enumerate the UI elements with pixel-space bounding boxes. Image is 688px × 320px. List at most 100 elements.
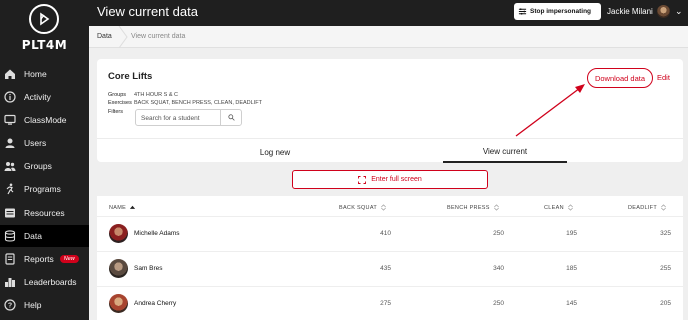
database-icon <box>4 230 16 242</box>
tab-log-new[interactable]: Log new <box>157 141 393 163</box>
student-name[interactable]: Michelle Adams <box>134 230 180 237</box>
back-squat-value: 275 <box>380 300 391 307</box>
data-table: NAME BACK SQUAT BENCH PRESS CLEAN DEADLI… <box>97 196 683 320</box>
leaderboard-icon <box>4 276 16 288</box>
deadlift-value: 255 <box>660 265 671 272</box>
sidebar-item-label: Leaderboards <box>24 277 77 287</box>
exercises-value: BACK SQUAT, BENCH PRESS, CLEAN, DEADLIFT <box>134 100 262 106</box>
fullscreen-icon <box>358 175 367 184</box>
table-row[interactable]: Michelle Adams 410 250 195 325 <box>97 216 683 251</box>
bench-press-value: 340 <box>493 265 504 272</box>
column-label: BACK SQUAT <box>339 204 378 211</box>
monitor-icon <box>4 114 16 126</box>
new-badge: New <box>59 255 79 263</box>
sidebar-item-data[interactable]: Data <box>0 225 89 247</box>
info-icon <box>4 91 16 103</box>
sidebar-item-groups[interactable]: Groups <box>0 155 89 177</box>
search-input[interactable] <box>141 113 221 123</box>
groups-icon <box>4 160 16 172</box>
fullscreen-label: Enter full screen <box>371 176 422 183</box>
clean-value: 185 <box>566 265 577 272</box>
user-name[interactable]: Jackie Milani <box>607 7 653 16</box>
table-row[interactable]: Sam Bres 435 340 185 255 <box>97 251 683 286</box>
report-icon <box>4 253 16 265</box>
plt4m-logo-icon[interactable] <box>29 4 59 34</box>
divider <box>97 138 683 139</box>
sidebar-item-leaderboards[interactable]: Leaderboards <box>0 271 89 293</box>
sidebar-item-label: Users <box>24 138 47 148</box>
sort-ascending-icon <box>129 205 136 209</box>
sidebar-item-users[interactable]: Users <box>0 132 89 154</box>
download-data-link[interactable]: Download data <box>587 68 653 88</box>
stop-impersonating-label: Stop impersonating <box>530 8 592 15</box>
sliders-icon <box>518 8 527 15</box>
search-button[interactable] <box>220 110 241 125</box>
column-label: NAME <box>109 204 127 211</box>
breadcrumb-data[interactable]: Data <box>97 33 112 40</box>
column-header-deadlift[interactable]: DEADLIFT <box>628 204 667 211</box>
sidebar-item-label: Activity <box>24 92 51 102</box>
column-header-back-squat[interactable]: BACK SQUAT <box>339 204 387 211</box>
svg-text:?: ? <box>8 303 12 310</box>
clean-value: 195 <box>566 230 577 237</box>
table-row[interactable]: Andrea Cherry 275 250 145 205 <box>97 286 683 320</box>
filters-row: Filters <box>108 109 134 115</box>
exercises-row: Exercises BACK SQUAT, BENCH PRESS, CLEAN,… <box>108 100 262 106</box>
sidebar-item-label: Groups <box>24 161 52 171</box>
student-avatar <box>109 224 128 243</box>
student-name[interactable]: Andrea Cherry <box>134 300 176 307</box>
filters-label: Filters <box>108 109 123 115</box>
deadlift-value: 205 <box>660 300 671 307</box>
sidebar: PLT4M Home Activity ClassMode Users Grou… <box>0 0 89 320</box>
column-label: CLEAN <box>544 204 564 211</box>
groups-value: 4TH HOUR S & C <box>134 92 179 98</box>
home-icon <box>4 68 16 80</box>
groups-row: Groups 4TH HOUR S & C <box>108 92 178 98</box>
column-header-clean[interactable]: CLEAN <box>544 204 574 211</box>
stop-impersonating-button[interactable]: Stop impersonating <box>514 3 601 20</box>
card-title: Core Lifts <box>108 71 153 82</box>
sidebar-item-label: Home <box>24 69 47 79</box>
deadlift-value: 325 <box>660 230 671 237</box>
breadcrumb-current: View current data <box>131 33 186 40</box>
tab-view-current[interactable]: View current <box>443 141 567 163</box>
sidebar-item-label: Resources <box>24 208 65 218</box>
sidebar-item-label: Programs <box>24 184 61 194</box>
column-label: DEADLIFT <box>628 204 657 211</box>
breadcrumb: Data View current data <box>89 26 688 48</box>
exercises-label: Exercises <box>108 100 132 106</box>
column-header-bench-press[interactable]: BENCH PRESS <box>447 204 500 211</box>
sidebar-item-home[interactable]: Home <box>0 63 89 85</box>
sort-icon <box>567 204 573 211</box>
sidebar-item-resources[interactable]: Resources <box>0 202 89 224</box>
student-avatar <box>109 294 128 313</box>
column-header-name[interactable]: NAME <box>109 204 136 211</box>
sidebar-item-label: Help <box>24 300 42 310</box>
student-name[interactable]: Sam Bres <box>134 265 163 272</box>
sidebar-item-reports[interactable]: Reports New <box>0 248 89 270</box>
user-icon <box>4 137 16 149</box>
resources-icon <box>4 207 16 219</box>
sidebar-item-activity[interactable]: Activity <box>0 86 89 108</box>
student-avatar <box>109 259 128 278</box>
sidebar-item-label: Data <box>24 231 42 241</box>
edit-link[interactable]: Edit <box>657 73 670 82</box>
student-search <box>135 109 242 126</box>
sort-icon <box>661 204 666 211</box>
sort-icon <box>493 204 499 211</box>
sidebar-item-programs[interactable]: Programs <box>0 178 89 200</box>
sidebar-item-label: ClassMode <box>24 115 67 125</box>
sidebar-item-classmode[interactable]: ClassMode <box>0 109 89 131</box>
bench-press-value: 250 <box>493 300 504 307</box>
sidebar-item-label: Reports <box>24 254 54 264</box>
page-title: View current data <box>97 4 198 19</box>
logo-text: PLT4M <box>21 38 68 52</box>
chevron-down-icon[interactable]: ⌄ <box>675 6 683 17</box>
sidebar-item-help[interactable]: ? Help <box>0 294 89 316</box>
enter-full-screen-button[interactable]: Enter full screen <box>292 170 488 189</box>
clean-value: 145 <box>566 300 577 307</box>
bench-press-value: 250 <box>493 230 504 237</box>
data-set-card: Core Lifts Groups 4TH HOUR S & C Exercise… <box>97 59 683 163</box>
user-avatar[interactable] <box>657 5 670 18</box>
search-icon <box>227 114 235 121</box>
